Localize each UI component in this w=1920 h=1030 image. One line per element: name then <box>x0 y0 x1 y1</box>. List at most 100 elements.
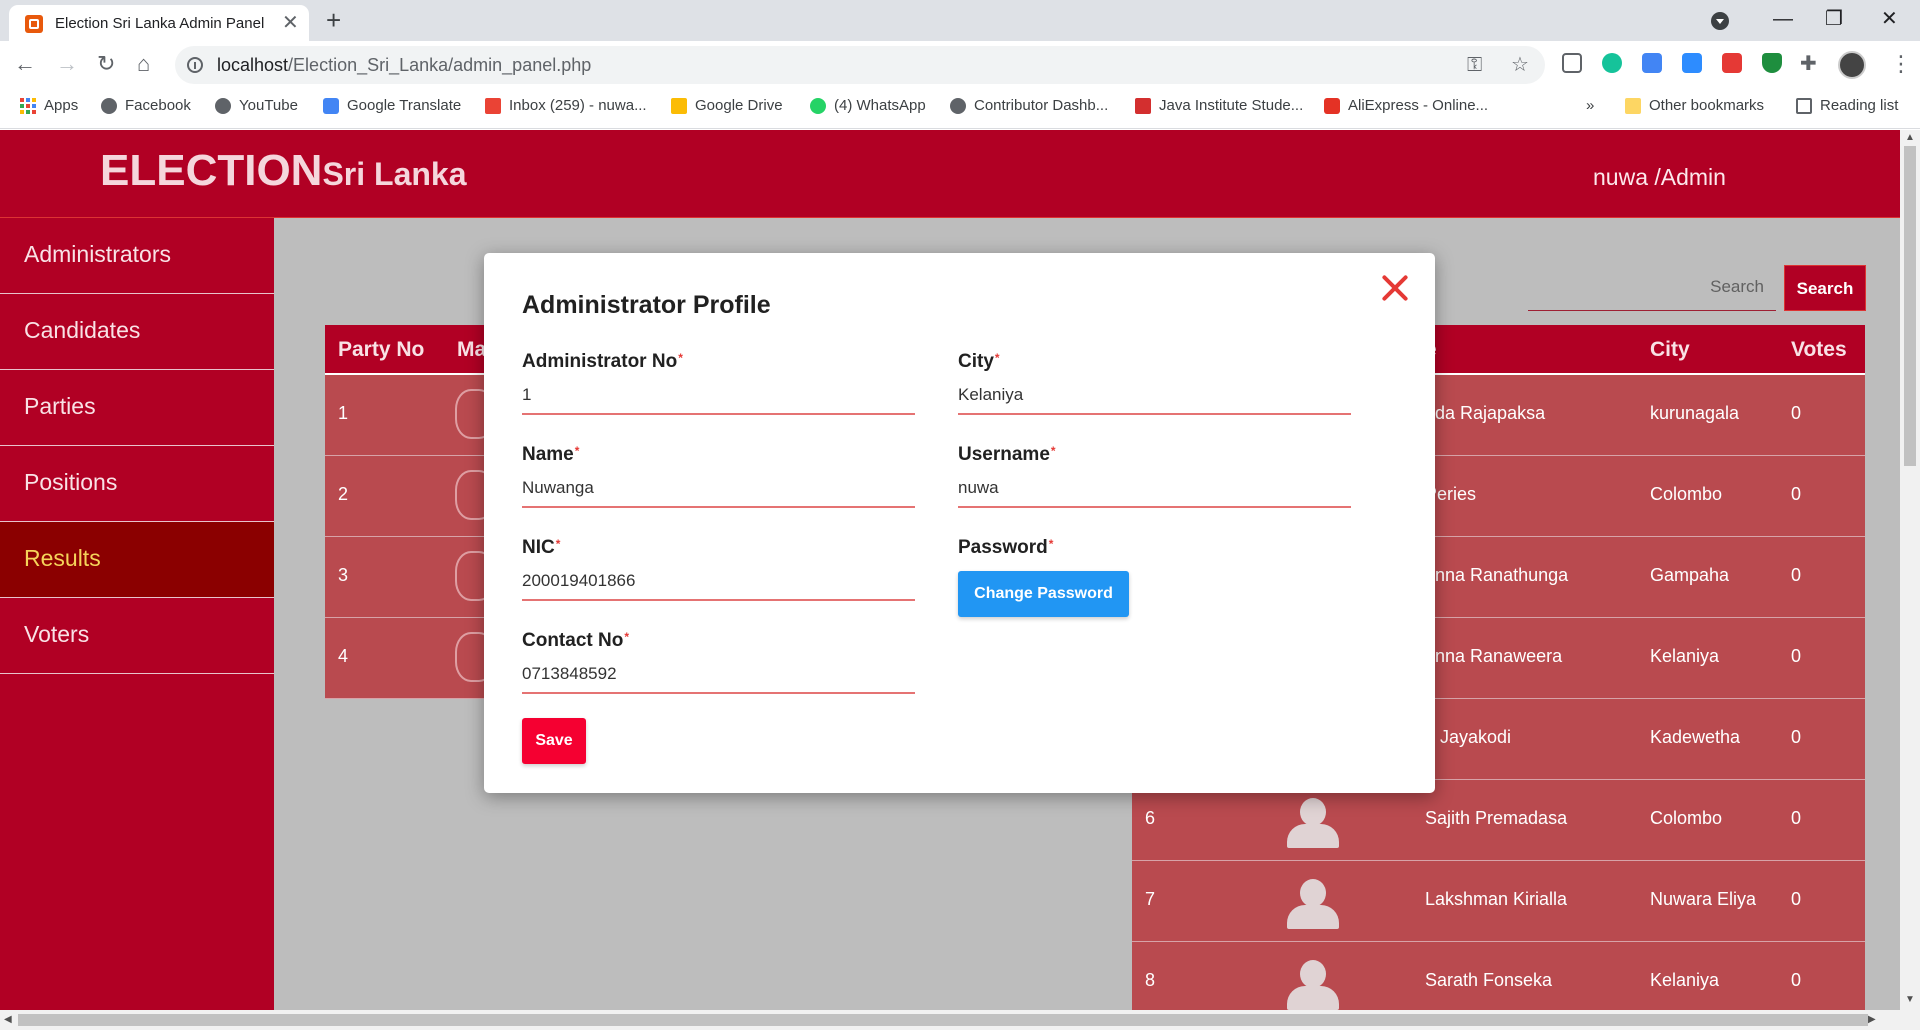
bookmark-youtube[interactable]: YouTube <box>215 97 298 114</box>
bookmark-whatsapp[interactable]: (4) WhatsApp <box>810 97 926 114</box>
home-icon[interactable]: ⌂ <box>137 51 150 77</box>
other-bookmarks-folder[interactable]: Other bookmarks <box>1625 97 1764 114</box>
sidebar-nav: Administrators Candidates Parties Positi… <box>0 218 275 1010</box>
contact-no-label: Contact No* <box>522 630 629 651</box>
search-input[interactable]: Search <box>1528 265 1776 311</box>
browser-tab[interactable]: Election Sri Lanka Admin Panel ✕ <box>9 5 309 41</box>
password-label: Password* <box>958 537 1054 558</box>
bookmark-facebook[interactable]: Facebook <box>101 97 191 114</box>
tab-search-icon[interactable] <box>1711 12 1729 30</box>
change-password-button[interactable]: Change Password <box>958 571 1129 617</box>
sidebar-item-administrators[interactable]: Administrators <box>0 218 274 294</box>
translate-extension-icon[interactable] <box>1642 53 1662 73</box>
bookmark-java-institute[interactable]: Java Institute Stude... <box>1135 97 1303 114</box>
modal-title: Administrator Profile <box>522 291 771 319</box>
grammarly-icon[interactable] <box>1602 53 1622 73</box>
candidate-table-row[interactable]: 8 Sarath Fonseka Kelaniya 0 <box>1132 942 1865 1010</box>
restore-icon[interactable]: ❐ <box>1825 7 1843 31</box>
profile-avatar[interactable] <box>1838 51 1866 79</box>
bookmark-star-icon[interactable]: ☆ <box>1511 53 1529 77</box>
city-field: City* Kelaniya <box>958 351 1351 415</box>
minimize-icon[interactable]: — <box>1773 7 1793 31</box>
horizontal-scroll-thumb[interactable] <box>18 1014 1868 1026</box>
vertical-scroll-thumb[interactable] <box>1904 146 1916 466</box>
gmail-icon <box>485 97 501 114</box>
bookmark-inbox[interactable]: Inbox (259) - nuwa... <box>485 97 647 114</box>
translate-icon <box>323 97 339 114</box>
globe-icon <box>950 97 966 114</box>
bookmark-google-drive[interactable]: Google Drive <box>671 97 783 114</box>
contact-no-field: Contact No* 0713848592 <box>522 630 915 694</box>
java-icon <box>1135 97 1151 114</box>
scroll-right-icon[interactable]: ▶ <box>1868 1014 1876 1025</box>
city-input[interactable]: Kelaniya <box>958 383 1351 415</box>
column-header-city: City <box>1650 338 1690 361</box>
drive-icon <box>671 97 687 114</box>
party-table-row[interactable]: 3 <box>325 537 495 618</box>
city-label: City* <box>958 351 1000 372</box>
window-close-icon[interactable]: ✕ <box>1881 7 1898 31</box>
admin-no-label: Administrator No* <box>522 351 683 372</box>
sidebar-item-positions[interactable]: Positions <box>0 446 274 522</box>
browser-menu-icon[interactable]: ⋮ <box>1890 52 1912 76</box>
name-field: Name* Nuwanga <box>522 444 915 508</box>
bookmark-contributor-dashboard[interactable]: Contributor Dashb... <box>950 97 1108 114</box>
party-table-row[interactable]: 1 <box>325 375 495 456</box>
required-mark: * <box>994 351 1000 365</box>
scroll-down-icon[interactable]: ▼ <box>1905 994 1915 1005</box>
site-info-icon[interactable] <box>187 57 203 73</box>
username-label: Username* <box>958 444 1056 465</box>
bookmarks-overflow-button[interactable]: » <box>1586 97 1594 114</box>
key-icon[interactable]: ⚿ <box>1467 53 1482 77</box>
nic-field: NIC* 200019401866 <box>522 537 915 601</box>
sidebar-item-candidates[interactable]: Candidates <box>0 294 274 370</box>
name-input[interactable]: Nuwanga <box>522 476 915 508</box>
reading-list-button[interactable]: Reading list <box>1796 97 1898 114</box>
user-avatar-icon <box>1287 960 1339 1010</box>
party-table-row[interactable]: 4 <box>325 618 495 699</box>
apps-grid-icon <box>20 97 36 114</box>
new-tab-icon[interactable]: + <box>326 6 341 34</box>
scroll-left-icon[interactable]: ◀ <box>4 1014 12 1025</box>
reading-list-icon <box>1796 97 1812 114</box>
admin-no-input[interactable]: 1 <box>522 383 915 415</box>
user-avatar-icon <box>1287 798 1339 848</box>
forward-icon[interactable]: → <box>56 51 78 77</box>
bookmark-google-translate[interactable]: Google Translate <box>323 97 461 114</box>
extensions-puzzle-icon[interactable]: ✚ <box>1800 52 1817 76</box>
pdf-extension-icon[interactable] <box>1722 53 1742 73</box>
bookmark-aliexpress[interactable]: AliExpress - Online... <box>1324 97 1488 114</box>
bookmark-apps[interactable]: Apps <box>20 97 78 114</box>
sidebar-item-results[interactable]: Results <box>0 522 274 598</box>
sidebar-item-voters[interactable]: Voters <box>0 598 274 674</box>
party-table-row[interactable]: 2 <box>325 456 495 537</box>
back-icon[interactable]: ← <box>14 51 36 77</box>
tab-title: Election Sri Lanka Admin Panel <box>55 15 265 32</box>
tab-close-icon[interactable]: ✕ <box>282 11 299 35</box>
save-button[interactable]: Save <box>522 718 586 764</box>
close-icon[interactable] <box>1380 273 1410 303</box>
vertical-scrollbar[interactable]: ▲ ▼ <box>1900 130 1920 1010</box>
contact-no-input[interactable]: 0713848592 <box>522 662 915 694</box>
site-logo[interactable]: ELECTIONSri Lanka <box>100 146 467 196</box>
candidate-table-row[interactable]: 7 Lakshman Kirialla Nuwara Eliya 0 <box>1132 861 1865 942</box>
administrator-profile-modal: Administrator Profile Administrator No* … <box>484 253 1435 793</box>
admin-no-field: Administrator No* 1 <box>522 351 915 415</box>
shield-extension-icon[interactable] <box>1762 53 1782 73</box>
column-header-party-no: Party No <box>338 338 425 361</box>
sidebar-item-parties[interactable]: Parties <box>0 370 274 446</box>
nic-input[interactable]: 200019401866 <box>522 569 915 601</box>
username-input[interactable]: nuwa <box>958 476 1351 508</box>
horizontal-scrollbar[interactable]: ◀ ▶ <box>0 1010 1920 1030</box>
zoom-extension-icon[interactable] <box>1682 53 1702 73</box>
reload-icon[interactable]: ↻ <box>97 51 115 77</box>
bookmarks-bar: Apps Facebook YouTube Google Translate I… <box>0 89 1920 129</box>
address-bar[interactable]: localhost/Election_Sri_Lanka/admin_panel… <box>175 46 1545 84</box>
scroll-up-icon[interactable]: ▲ <box>1905 132 1915 143</box>
browser-tab-strip: Election Sri Lanka Admin Panel ✕ + — ❐ ✕ <box>0 0 1920 41</box>
site-favicon-icon <box>25 15 43 33</box>
search-button[interactable]: Search <box>1784 265 1866 311</box>
reader-extension-icon[interactable] <box>1562 53 1582 73</box>
column-header-mark: Ma <box>457 338 487 361</box>
required-mark: * <box>624 630 629 644</box>
